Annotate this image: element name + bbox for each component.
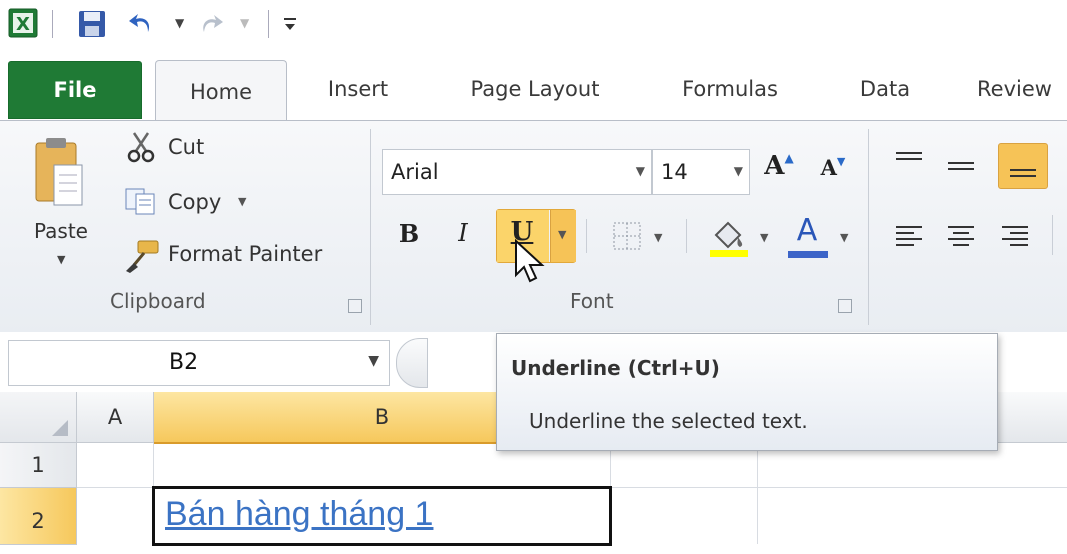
group-separator (370, 129, 371, 325)
quick-access-toolbar: X ▼ ▼ (0, 0, 1067, 58)
shrink-font-letter: A (820, 155, 837, 180)
clipboard-group-label: Clipboard (110, 289, 206, 313)
ribbon: Paste ▼ Cut Copy ▼ Format Painter Clipbo… (0, 120, 1067, 334)
tooltip-title: Underline (Ctrl+U) (511, 356, 720, 380)
font-name-combo[interactable]: Arial ▼ (382, 149, 652, 195)
grow-arrow-icon: ▲ (784, 151, 794, 165)
cut-icon (127, 132, 155, 163)
column-header-a[interactable]: A (77, 392, 154, 443)
tooltip-description: Underline the selected text. (529, 409, 808, 433)
font-dialog-launcher-icon[interactable] (838, 299, 852, 313)
font-separator (686, 219, 687, 253)
bold-button[interactable]: B (394, 219, 424, 248)
mouse-cursor-icon (515, 239, 545, 283)
tab-data[interactable]: Data (840, 58, 930, 120)
name-box[interactable]: B2 ▼ (8, 340, 390, 386)
select-all-triangle-icon (52, 420, 68, 436)
customize-qat-icon[interactable] (282, 16, 298, 32)
name-box-value: B2 (169, 350, 199, 375)
row-header-1[interactable]: 1 (0, 443, 77, 488)
cell-b2-text: Bán hàng tháng 1 (165, 495, 434, 533)
bottom-align-button[interactable] (998, 143, 1048, 189)
grid-line (757, 443, 758, 544)
fill-color-swatch (710, 250, 748, 257)
borders-dropdown-icon[interactable]: ▼ (654, 231, 662, 244)
qat-separator (52, 10, 53, 38)
font-color-letter: A (796, 213, 818, 248)
underline-dropdown[interactable]: ▼ (550, 210, 576, 262)
copy-dropdown-icon[interactable]: ▼ (238, 195, 246, 208)
select-all-corner[interactable] (0, 392, 77, 443)
copy-icon (125, 188, 155, 215)
name-box-dropdown-icon[interactable]: ▼ (368, 353, 379, 369)
grow-font-letter: A (764, 151, 785, 181)
font-size-combo[interactable]: 14 ▼ (652, 149, 750, 195)
font-name-value: Arial (391, 160, 439, 184)
fill-color-icon[interactable] (708, 217, 750, 259)
bottom-align-icon (1010, 169, 1036, 177)
font-color-swatch (788, 251, 828, 258)
font-size-value: 14 (661, 160, 688, 184)
font-separator (586, 219, 587, 253)
tab-review[interactable]: Review (962, 58, 1067, 120)
grow-font-button[interactable]: A▲ (762, 151, 796, 181)
shrink-font-button[interactable]: A▼ (818, 155, 848, 180)
save-icon[interactable] (78, 10, 106, 38)
tab-formulas[interactable]: Formulas (660, 58, 800, 120)
ribbon-tabs: File Home Insert Page Layout Formulas Da… (0, 58, 1067, 121)
underline-dropdown-icon[interactable]: ▼ (558, 228, 566, 241)
format-painter-icon (126, 240, 159, 273)
group-separator (868, 129, 869, 325)
paste-dropdown-icon[interactable]: ▼ (57, 253, 65, 266)
row-header-2[interactable]: 2 (0, 488, 77, 545)
font-name-dropdown-icon[interactable]: ▼ (636, 164, 645, 178)
undo-dropdown-icon[interactable]: ▼ (175, 16, 184, 30)
italic-button[interactable]: I (448, 219, 478, 247)
font-group-label: Font (570, 289, 614, 313)
svg-text:X: X (16, 14, 30, 35)
middle-align-icon[interactable] (944, 151, 978, 181)
align-center-icon[interactable] (944, 221, 978, 251)
redo-icon (203, 15, 223, 32)
cell-b2[interactable]: Bán hàng tháng 1 (152, 486, 612, 546)
font-color-button[interactable]: A (786, 213, 830, 259)
qat-separator (268, 10, 269, 38)
undo-icon[interactable] (126, 10, 158, 38)
top-align-icon[interactable] (892, 147, 926, 177)
borders-icon[interactable] (612, 221, 642, 251)
tab-page-layout[interactable]: Page Layout (445, 58, 625, 120)
copy-button[interactable]: Copy (168, 190, 221, 214)
paste-icon[interactable] (32, 135, 84, 215)
align-right-icon[interactable] (998, 221, 1032, 251)
align-left-icon[interactable] (892, 221, 926, 251)
fill-color-dropdown-icon[interactable]: ▼ (760, 231, 768, 244)
formula-bar-splitter[interactable] (396, 338, 428, 388)
alignment-separator (1052, 215, 1053, 255)
tab-file[interactable]: File (8, 61, 142, 119)
tab-home[interactable]: Home (155, 60, 287, 121)
shrink-arrow-icon: ▼ (836, 155, 846, 168)
font-size-dropdown-icon[interactable]: ▼ (734, 164, 743, 178)
clipboard-dialog-launcher-icon[interactable] (348, 299, 362, 313)
cut-button[interactable]: Cut (168, 135, 204, 159)
font-color-dropdown-icon[interactable]: ▼ (840, 231, 848, 244)
redo-dropdown-icon: ▼ (240, 16, 250, 30)
underline-tooltip: Underline (Ctrl+U) Underline the selecte… (496, 333, 998, 451)
excel-logo-icon[interactable]: X (8, 8, 38, 38)
paste-button[interactable]: Paste (34, 219, 88, 243)
format-painter-button[interactable]: Format Painter (168, 242, 322, 266)
tab-insert[interactable]: Insert (308, 58, 408, 120)
